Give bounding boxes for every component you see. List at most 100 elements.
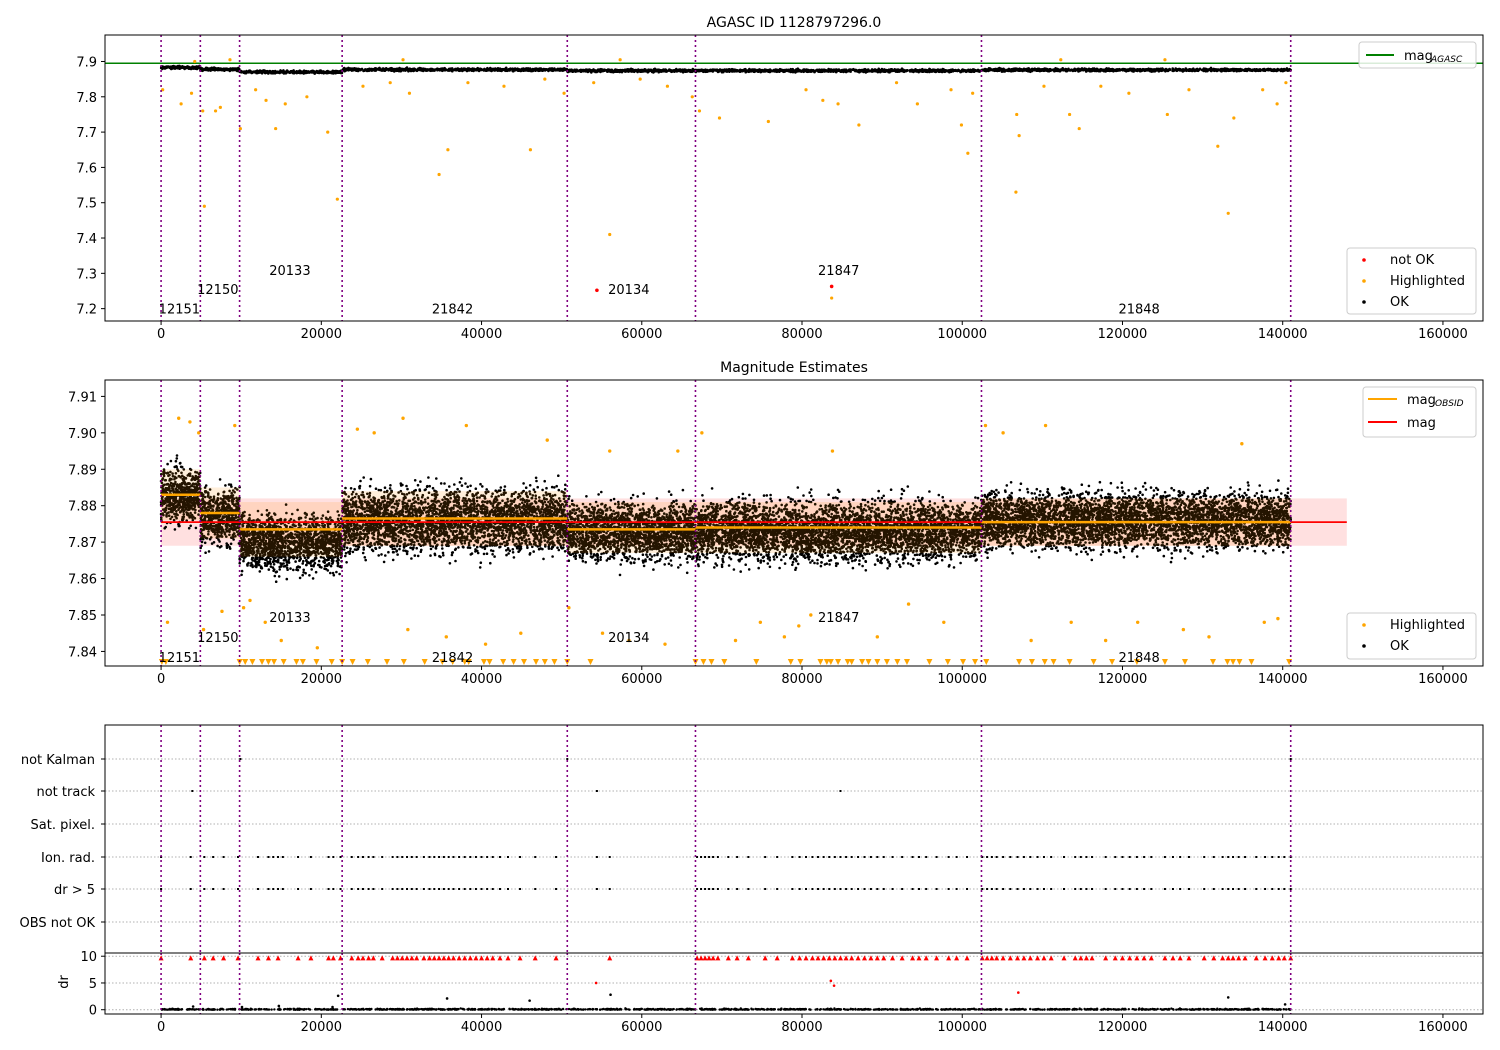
ok-point bbox=[749, 70, 752, 73]
ok-point bbox=[963, 69, 966, 72]
ok-point bbox=[573, 70, 576, 73]
ok-point bbox=[587, 70, 590, 73]
ok-point bbox=[722, 69, 725, 72]
highlighted-point bbox=[916, 102, 919, 105]
ok-point bbox=[641, 69, 644, 72]
ok-point bbox=[271, 71, 274, 74]
ok-point bbox=[543, 68, 546, 71]
ok-point bbox=[324, 71, 327, 74]
ok-point bbox=[954, 70, 957, 73]
x-tick-label: 40000 bbox=[461, 327, 502, 342]
ok-point bbox=[996, 68, 999, 71]
highlighted-point bbox=[228, 58, 231, 61]
ok-point bbox=[988, 69, 991, 72]
figure: AGASC ID 1128797296.0 121511215020133218… bbox=[0, 0, 1500, 1050]
ok-point bbox=[959, 70, 962, 73]
highlighted-point bbox=[254, 88, 257, 91]
ok-point bbox=[835, 69, 838, 72]
ok-point bbox=[200, 67, 203, 70]
highlighted-point bbox=[361, 85, 364, 88]
ok-point bbox=[399, 68, 402, 71]
highlighted-point bbox=[214, 109, 217, 112]
ok-point bbox=[620, 69, 623, 72]
obsid-label: 21847 bbox=[818, 264, 859, 279]
highlighted-point bbox=[966, 152, 969, 155]
legend-point-swatch bbox=[1362, 300, 1366, 304]
ok-point bbox=[176, 454, 179, 457]
ok-point bbox=[1017, 69, 1020, 72]
ok-point bbox=[1073, 69, 1076, 72]
ok-point bbox=[827, 70, 830, 73]
ok-point bbox=[944, 69, 947, 72]
highlighted-point bbox=[219, 106, 222, 109]
not-ok-point bbox=[595, 288, 599, 292]
highlighted-point bbox=[767, 120, 770, 123]
ok-point bbox=[976, 70, 979, 73]
highlighted-point bbox=[608, 233, 611, 236]
x-tick-label: 160000 bbox=[1418, 327, 1468, 342]
ok-point bbox=[1144, 69, 1147, 72]
ok-point bbox=[716, 68, 719, 71]
ok-point bbox=[383, 68, 386, 71]
ok-point bbox=[411, 69, 414, 72]
ok-point bbox=[1185, 70, 1188, 73]
highlighted-point bbox=[401, 58, 404, 61]
highlighted-point bbox=[836, 102, 839, 105]
ok-point bbox=[276, 71, 279, 74]
ok-point bbox=[450, 68, 453, 71]
y-tick-label: 7.5 bbox=[76, 197, 97, 212]
ok-point bbox=[993, 68, 996, 71]
highlighted-point bbox=[1127, 92, 1130, 95]
ok-point bbox=[608, 70, 611, 73]
ok-point bbox=[1044, 67, 1047, 70]
ok-point bbox=[896, 68, 899, 71]
ok-point bbox=[814, 70, 817, 73]
ok-point bbox=[218, 69, 221, 72]
ok-point bbox=[616, 70, 619, 73]
ok-point bbox=[171, 67, 174, 70]
ok-point bbox=[1010, 69, 1013, 72]
ok-point bbox=[1022, 68, 1025, 71]
ok-point bbox=[166, 463, 169, 466]
ok-point bbox=[795, 70, 798, 73]
ok-point bbox=[204, 542, 207, 545]
ok-point bbox=[547, 68, 550, 71]
ok-point bbox=[1249, 69, 1252, 72]
ok-point bbox=[175, 66, 178, 69]
ok-point bbox=[926, 70, 929, 73]
ok-point bbox=[884, 70, 887, 73]
ok-point bbox=[938, 71, 941, 74]
ok-point bbox=[676, 70, 679, 73]
ok-point bbox=[505, 67, 508, 70]
ok-point bbox=[1069, 69, 1072, 72]
ok-point bbox=[1164, 70, 1167, 73]
ok-point bbox=[561, 69, 564, 72]
ok-point bbox=[879, 71, 882, 74]
ok-point bbox=[985, 68, 988, 71]
highlighted-point bbox=[1059, 58, 1062, 61]
highlighted-point bbox=[592, 81, 595, 84]
magnitude-estimates-title: Magnitude Estimates bbox=[720, 360, 868, 376]
ok-point bbox=[626, 69, 629, 72]
y-tick-label: 7.7 bbox=[76, 126, 97, 141]
highlighted-point bbox=[239, 127, 242, 130]
highlighted-point bbox=[971, 92, 974, 95]
ok-point bbox=[1172, 69, 1175, 72]
ok-point bbox=[869, 70, 872, 73]
ok-point bbox=[857, 70, 860, 73]
ok-point bbox=[1122, 69, 1125, 72]
ok-point bbox=[264, 71, 267, 74]
obsid-label: 21848 bbox=[1118, 303, 1159, 318]
legend-point-label: Highlighted bbox=[1390, 274, 1465, 289]
ok-point bbox=[844, 69, 847, 72]
ok-point bbox=[774, 69, 777, 72]
highlighted-point bbox=[305, 95, 308, 98]
ok-point bbox=[972, 70, 975, 73]
ok-point bbox=[1237, 68, 1240, 71]
ok-point bbox=[1028, 67, 1031, 70]
ok-point bbox=[506, 70, 509, 73]
ok-point bbox=[1266, 68, 1269, 71]
highlighted-point bbox=[190, 92, 193, 95]
ok-point bbox=[292, 69, 295, 72]
ok-point bbox=[162, 66, 165, 69]
